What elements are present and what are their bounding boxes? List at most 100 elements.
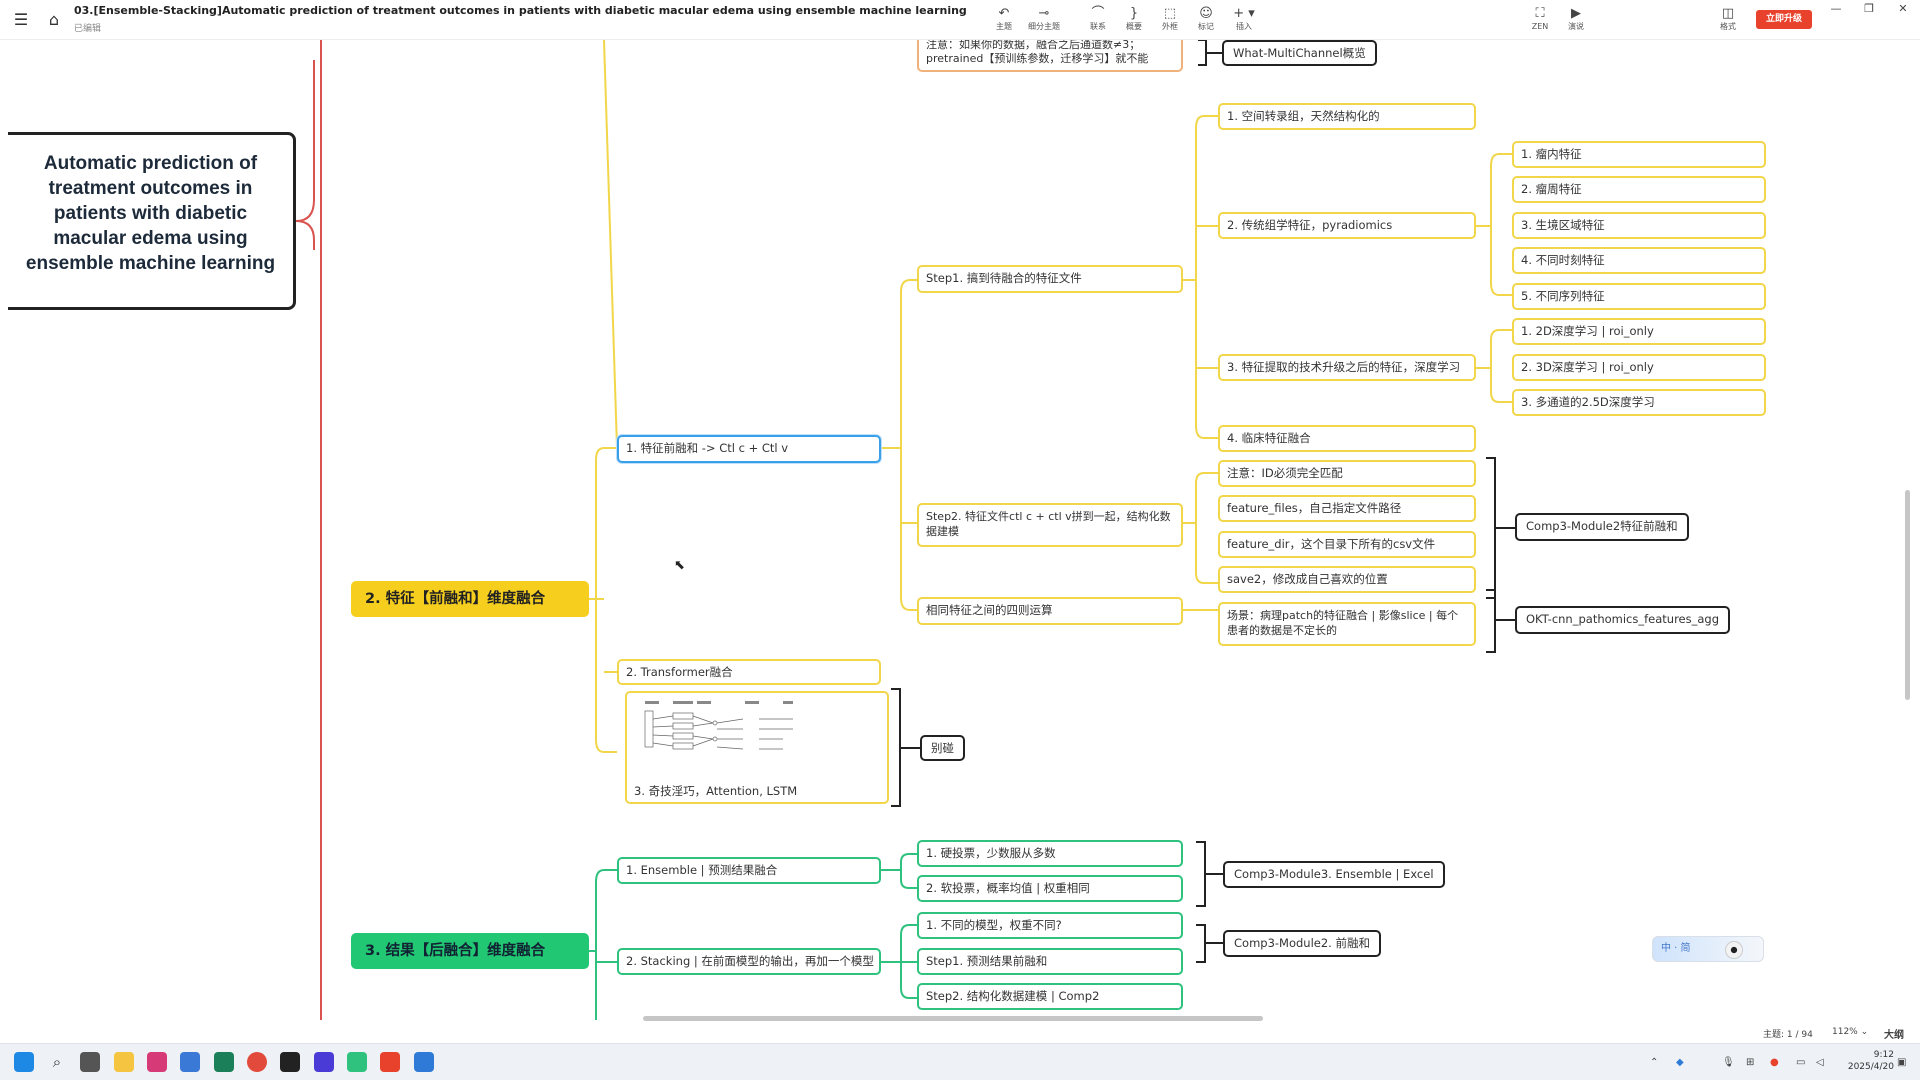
task-view-icon[interactable] <box>80 1052 100 1072</box>
topic-attention-lstm-label: 3. 奇技淫巧，Attention, LSTM <box>634 784 798 798</box>
microphone-icon[interactable]: 🎙 <box>1722 1057 1735 1068</box>
topic-3d-deep-learning[interactable]: 2. 3D深度学习 | roi_only <box>1512 354 1766 381</box>
topic-soft-voting[interactable]: 2. 软投票，概率均值 | 权重相同 <box>917 875 1183 902</box>
topic-2d-deep-learning[interactable]: 1. 2D深度学习 | roi_only <box>1512 318 1766 345</box>
wechat-icon[interactable] <box>347 1052 367 1072</box>
boundary-tool-button[interactable]: ⬚ 外框 <box>1152 6 1188 32</box>
topic-multichannel-note[interactable]: 注意：如果你的数据，融合之后通道数≠3；pretrained【预训练参数，迁移学… <box>917 40 1183 72</box>
topic-feature-arithmetic[interactable]: 相同特征之间的四则运算 <box>917 597 1183 625</box>
send-icon[interactable] <box>180 1052 200 1072</box>
topic-result-fusion[interactable]: 3. 结果【后融合】维度融合 <box>351 933 589 969</box>
document-title: 03.[Ensemble-Stacking]Automatic predicti… <box>74 4 967 17</box>
topic-icon: ↶ <box>998 6 1010 21</box>
relationship-tool-button[interactable]: ⌒ 联系 <box>1080 6 1116 32</box>
close-icon[interactable]: ✕ <box>1893 2 1913 15</box>
topic-peritumoral[interactable]: 2. 瘤周特征 <box>1512 176 1766 203</box>
subtopic-icon: ⊸ <box>1038 6 1050 21</box>
marker-tool-button[interactable]: ☺ 标记 <box>1188 6 1224 32</box>
pycharm-icon[interactable] <box>214 1052 234 1072</box>
teams-icon[interactable] <box>314 1052 334 1072</box>
topic-intratumoral[interactable]: 1. 瘤内特征 <box>1512 141 1766 168</box>
topic-2-5d-deep-learning[interactable]: 3. 多通道的2.5D深度学习 <box>1512 389 1766 416</box>
topic-feature-dir-param[interactable]: feature_dir，这个目录下所有的csv文件 <box>1218 531 1476 558</box>
topic-step1-feature-files[interactable]: Step1. 搞到待融合的特征文件 <box>917 265 1183 293</box>
topic-habitat[interactable]: 3. 生境区域特征 <box>1512 212 1766 239</box>
topic-multichannel-ref[interactable]: What-MultiChannel概览 <box>1222 40 1377 66</box>
topic-stack-step1[interactable]: Step1. 预测结果前融和 <box>917 948 1183 975</box>
topic-count: 主题: 1 / 94 <box>1763 1030 1813 1040</box>
topic-comp3-module3-ref[interactable]: Comp3-Module3. Ensemble | Excel <box>1223 861 1445 888</box>
play-icon: ▶ <box>1571 6 1581 21</box>
topic-feature-files-param[interactable]: feature_files，自己指定文件路径 <box>1218 495 1476 522</box>
topic-okt-cnn-ref[interactable]: OKT-cnn_pathomics_features_agg <box>1515 606 1731 634</box>
plus-icon: + ▾ <box>1233 6 1255 21</box>
topic-different-models[interactable]: 1. 不同的模型，权重不同? <box>917 912 1183 939</box>
outline-button[interactable]: 大纲 <box>1884 1026 1904 1041</box>
topic-ensemble[interactable]: 1. Ensemble | 预测结果融合 <box>617 857 881 884</box>
root-topic[interactable]: Automatic prediction of treatment outcom… <box>8 132 296 310</box>
mindmap-canvas[interactable]: Automatic prediction of treatment outcom… <box>8 40 1912 1020</box>
topic-deep-learning-features[interactable]: 3. 特征提取的技术升级之后的特征，深度学习 <box>1218 354 1476 381</box>
boundary-icon: ⬚ <box>1163 6 1177 21</box>
home-icon[interactable]: ⌂ <box>44 10 64 30</box>
volume-icon[interactable]: ◁ <box>1816 1057 1824 1068</box>
zoom-level[interactable]: 112% ⌄ <box>1832 1027 1868 1037</box>
format-panel-button[interactable]: ◫ 格式 <box>1710 6 1746 32</box>
document-status: 已编辑 <box>74 24 102 34</box>
xmind-icon[interactable] <box>380 1052 400 1072</box>
tray-expand-icon[interactable]: ⌃ <box>1650 1057 1658 1068</box>
topic-transformer-fusion[interactable]: 2. Transformer融合 <box>617 659 881 685</box>
terminal-icon[interactable] <box>280 1052 300 1072</box>
presentation-button[interactable]: ▶ 演说 <box>1558 6 1594 32</box>
flower-icon <box>1725 941 1743 959</box>
topic-pyradiomics[interactable]: 2. 传统组学特征，pyradiomics <box>1218 212 1476 239</box>
panel-icon: ◫ <box>1721 6 1735 21</box>
chrome-icon[interactable] <box>247 1052 267 1072</box>
topic-clinical-features[interactable]: 4. 临床特征融合 <box>1218 425 1476 452</box>
topic-step2-concat[interactable]: Step2. 特征文件ctl c + ctl v拼到一起，结构化数据建模 <box>917 503 1183 547</box>
topic-comp3-module2-early-ref[interactable]: Comp3-Module2. 前融和 <box>1223 930 1381 957</box>
subtopic-tool-button[interactable]: ⊸ 细分主题 <box>1026 6 1062 32</box>
tray-app-icon[interactable]: ◆ <box>1676 1057 1684 1068</box>
summary-icon: } <box>1129 6 1139 21</box>
file-explorer-icon[interactable] <box>114 1052 134 1072</box>
search-icon[interactable]: ⌕ <box>47 1052 67 1072</box>
meeting-icon[interactable] <box>414 1052 434 1072</box>
insert-tool-button[interactable]: + ▾ 插入 <box>1226 6 1262 32</box>
horizontal-scrollbar[interactable] <box>643 1016 1263 1021</box>
attention-diagram-image <box>644 701 793 750</box>
menu-icon[interactable]: ☰ <box>11 10 31 30</box>
topic-save2-param[interactable]: save2，修改成自己喜欢的位置 <box>1218 566 1476 593</box>
security-icon[interactable]: ● <box>1770 1057 1779 1068</box>
relationship-icon: ⌒ <box>1091 6 1105 21</box>
taskbar: ⌕ ⌃ ◆ 🎙 ⊞ ● ▭ ◁ 9:12 2025/4/20 ▣ <box>0 1043 1920 1080</box>
notification-icon[interactable]: ▣ <box>1897 1057 1906 1068</box>
vertical-scrollbar[interactable] <box>1905 490 1910 700</box>
windows-start-icon[interactable] <box>14 1052 34 1072</box>
topic-id-match-note[interactable]: 注意：ID必须完全匹配 <box>1218 460 1476 487</box>
input-method-widget[interactable]: 中 · 简 <box>1652 936 1764 962</box>
topic-early-fusion[interactable]: 1. 特征前融和 -> Ctl c + Ctl v <box>617 435 881 463</box>
topic-tool-button[interactable]: ↶ 主题 <box>986 6 1022 32</box>
mouse-cursor-icon: ⬉ <box>674 558 685 573</box>
topic-attention-lstm[interactable]: 3. 奇技淫巧，Attention, LSTM <box>625 691 889 804</box>
topic-stack-step2[interactable]: Step2. 结构化数据建模 | Comp2 <box>917 983 1183 1010</box>
topic-hard-voting[interactable]: 1. 硬投票，少数服从多数 <box>917 840 1183 867</box>
topic-stacking[interactable]: 2. Stacking | 在前面模型的输出，再加一个模型 <box>617 948 881 975</box>
display-icon[interactable]: ▭ <box>1796 1057 1805 1068</box>
restore-icon[interactable]: ❐ <box>1859 2 1879 15</box>
network-icon[interactable]: ⊞ <box>1746 1057 1754 1068</box>
zen-mode-button[interactable]: ⛶ ZEN <box>1522 6 1558 32</box>
minimize-icon[interactable]: — <box>1826 2 1846 15</box>
topic-timepoints[interactable]: 4. 不同时刻特征 <box>1512 247 1766 274</box>
summary-tool-button[interactable]: } 概要 <box>1116 6 1152 32</box>
feishu-icon[interactable] <box>147 1052 167 1072</box>
topic-feature-fusion[interactable]: 2. 特征【前融和】维度融合 <box>351 581 589 617</box>
system-clock[interactable]: 9:12 2025/4/20 <box>1840 1049 1894 1073</box>
upgrade-button[interactable]: 立即升级 <box>1756 10 1812 29</box>
topic-dont-touch[interactable]: 别碰 <box>920 735 965 761</box>
topic-pathology-scene[interactable]: 场景：病理patch的特征融合 | 影像slice | 每个患者的数据是不定长的 <box>1218 602 1476 646</box>
topic-sequences[interactable]: 5. 不同序列特征 <box>1512 283 1766 310</box>
topic-comp3-module2-ref[interactable]: Comp3-Module2特征前融和 <box>1515 513 1689 541</box>
topic-spatial-transcriptomics[interactable]: 1. 空间转录组，天然结构化的 <box>1218 103 1476 130</box>
